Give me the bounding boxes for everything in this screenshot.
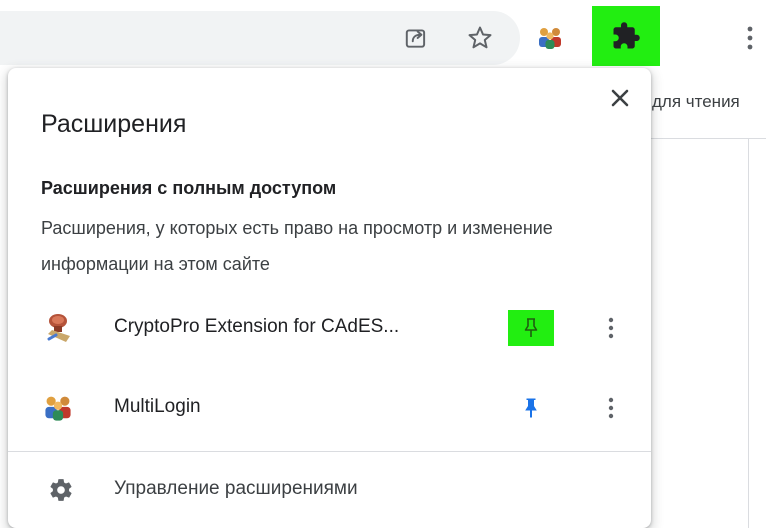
- more-options-button[interactable]: [596, 310, 626, 346]
- gear-icon: [50, 479, 72, 501]
- extension-name: CryptoPro Extension for CAdES...: [114, 316, 400, 337]
- close-icon: [611, 89, 629, 107]
- bookmarks-bar-item[interactable]: для чтения: [652, 92, 740, 112]
- pin-outline-icon: [524, 318, 538, 337]
- multilogin-people-icon: [539, 28, 561, 49]
- browser-menu-button[interactable]: [732, 20, 766, 56]
- bookmark-button[interactable]: [462, 20, 498, 56]
- more-options-button[interactable]: [596, 390, 626, 426]
- manage-extensions-button[interactable]: Управление расширениями: [8, 460, 651, 520]
- puzzle-piece-icon: [613, 22, 640, 49]
- popup-divider: [8, 451, 651, 452]
- multilogin-people-icon: [45, 396, 71, 421]
- manage-extensions-label: Управление расширениями: [114, 478, 358, 499]
- page-edge: [748, 138, 749, 528]
- close-button[interactable]: [602, 80, 638, 116]
- extension-name: MultiLogin: [114, 396, 201, 417]
- vertical-dots-icon: [747, 26, 753, 50]
- pin-button-multilogin[interactable]: [508, 390, 554, 426]
- multilogin-extension-button[interactable]: [532, 20, 568, 56]
- popup-title: Расширения: [41, 110, 187, 138]
- cryptopro-seal-icon: [47, 314, 70, 342]
- section-heading: Расширения с полным доступом: [41, 178, 337, 198]
- address-bar[interactable]: [0, 11, 520, 65]
- bookmark-star-icon: [468, 26, 492, 49]
- vertical-dots-icon: [608, 317, 614, 339]
- section-description: Расширения, у которых есть право на прос…: [41, 218, 553, 274]
- vertical-dots-icon: [608, 397, 614, 419]
- share-page-icon: [405, 29, 426, 48]
- extensions-popup: Расширения Расширения с полным доступом …: [8, 68, 651, 528]
- extension-row-multilogin[interactable]: MultiLogin: [8, 376, 651, 440]
- extension-row-cryptopro[interactable]: CryptoPro Extension for CAdES...: [8, 296, 651, 360]
- share-page-button[interactable]: [398, 20, 434, 56]
- pin-filled-icon: [525, 398, 537, 418]
- pin-button-cryptopro[interactable]: [508, 310, 554, 346]
- extensions-button[interactable]: [592, 6, 660, 66]
